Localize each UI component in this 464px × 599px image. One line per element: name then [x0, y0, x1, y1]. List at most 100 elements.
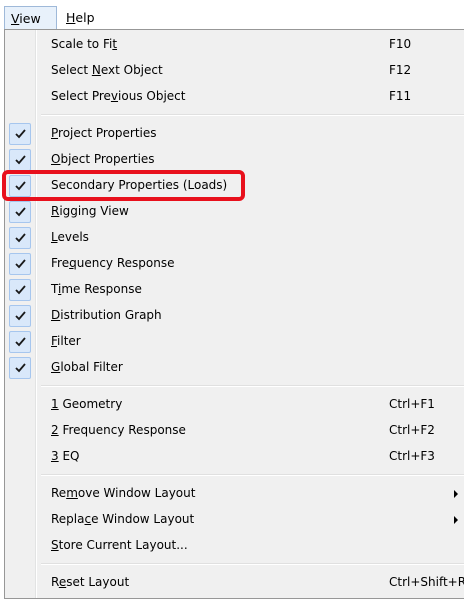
menu-item-label-accel: G	[51, 360, 61, 374]
menu-separator	[41, 114, 464, 116]
highlight-annotation-box	[2, 170, 245, 201]
menu-item-label: Time Response	[51, 282, 142, 296]
menu-item-label-post: ilter	[57, 334, 81, 348]
menubar-view[interactable]: View	[4, 6, 57, 30]
menu-item-label-pre: Fre	[51, 256, 70, 270]
menu-item[interactable]: Global Filter	[5, 355, 464, 381]
menu-item[interactable]: 1 Geometry Ctrl+F1	[5, 392, 464, 418]
menu-item[interactable]: Reset Layout Ctrl+Shift+R	[5, 570, 464, 596]
menu-item-label-post: ext Object	[100, 63, 163, 77]
checkmark-icon	[9, 253, 31, 275]
menu-item-label-pre: T	[51, 282, 58, 296]
menu-item[interactable]: Remove Window Layout	[5, 481, 464, 507]
menu-item-label: Frequency Response	[51, 256, 174, 270]
menu-item-shortcut: Ctrl+F1	[389, 397, 435, 411]
checkmark-icon	[9, 331, 31, 353]
menu-item-label-post: me Response	[61, 282, 142, 296]
menu-item-label-post: e Window Layout	[91, 512, 195, 526]
menu-item-label-post: Frequency Response	[58, 423, 186, 437]
menu-item[interactable]: Time Response	[5, 277, 464, 303]
menu-item-label: Object Properties	[51, 152, 155, 166]
menu-item-label-post: roject Properties	[58, 126, 157, 140]
menu-item-label-accel: 2	[51, 423, 59, 437]
menu-item-label: Select Previous Object	[51, 89, 185, 103]
menu-item[interactable]: Scale to Fit F10	[5, 32, 464, 58]
menu-item-label-pre: Scale to Fi	[51, 37, 113, 51]
checkmark-icon	[9, 305, 31, 327]
menu-item[interactable]: 3 EQ Ctrl+F3	[5, 444, 464, 470]
menubar-help-accel: H	[66, 10, 76, 25]
menubar-help-rest: elp	[75, 10, 95, 25]
menu-item-label-pre: Select	[51, 63, 92, 77]
menu-item-label-post: igging View	[59, 204, 129, 218]
submenu-arrow-icon	[454, 516, 458, 524]
menu-item-label: Remove Window Layout	[51, 486, 195, 500]
menu-item-label: Distribution Graph	[51, 308, 162, 322]
menu-item-label-accel: 1	[51, 397, 59, 411]
menu-item-label-accel: t	[112, 37, 118, 51]
menu-item[interactable]: Replace Window Layout	[5, 507, 464, 533]
menu-item-label: Reset Layout	[51, 575, 129, 589]
menu-item-label: Scale to Fit	[51, 37, 117, 51]
menu-item[interactable]: Store Current Layout...	[5, 533, 464, 559]
menu-item[interactable]: Filter	[5, 329, 464, 355]
menu-item-label-post: evels	[57, 230, 89, 244]
menu-item-label-post: uency Response	[76, 256, 175, 270]
menu-item-label-post: ove Window Layout	[77, 486, 196, 500]
menu-item-label: Store Current Layout...	[51, 538, 188, 552]
menu-item[interactable]: Select Previous Object F11	[5, 84, 464, 110]
menu-separator	[41, 474, 464, 476]
checkmark-icon	[9, 357, 31, 379]
menu-item-label-post: set Layout	[66, 575, 130, 589]
menu-item-label-post: Geometry	[58, 397, 123, 411]
menu-item[interactable]: Select Next Object F12	[5, 58, 464, 84]
menu-item-label-accel: P	[51, 126, 59, 140]
menu-item-label: 2 Frequency Response	[51, 423, 186, 437]
menu-item-label-accel: S	[51, 538, 59, 552]
submenu-arrow-icon	[454, 490, 458, 498]
menu-item-label-post: tore Current Layout...	[58, 538, 188, 552]
menu-item-label: Levels	[51, 230, 89, 244]
checkmark-icon	[9, 149, 31, 171]
menu-item[interactable]: Rigging View	[5, 199, 464, 225]
menu-item-label: Replace Window Layout	[51, 512, 194, 526]
menu-item-label: Global Filter	[51, 360, 123, 374]
menu-item-label-accel: 3	[51, 449, 59, 463]
menu-separator	[41, 385, 464, 387]
menu-item-label: Rigging View	[51, 204, 129, 218]
menu-item-shortcut: F11	[389, 89, 412, 103]
menu-item-shortcut: Ctrl+Shift+R	[389, 575, 464, 589]
menu-item-label: 1 Geometry	[51, 397, 122, 411]
menu-item-label-post: bject Properties	[60, 152, 155, 166]
menu-item[interactable]: Distribution Graph	[5, 303, 464, 329]
menu-item-shortcut: F10	[389, 37, 412, 51]
menu-item-label-post: istribution Graph	[60, 308, 162, 322]
menu-item-label-accel: D	[51, 308, 61, 322]
menu-bar: View Help	[0, 0, 464, 32]
menu-item-label-pre: Re	[51, 486, 67, 500]
checkmark-icon	[9, 279, 31, 301]
view-dropdown-menu: Scale to Fit F10 Select Next Object F12 Sele…	[4, 29, 464, 599]
menu-item-label-accel: v	[110, 89, 119, 103]
menu-item-shortcut: Ctrl+F2	[389, 423, 435, 437]
menu-item[interactable]: Frequency Response	[5, 251, 464, 277]
menu-item-label-pre: R	[51, 575, 59, 589]
checkmark-icon	[9, 227, 31, 249]
checkmark-icon	[9, 201, 31, 223]
menu-item-label: 3 EQ	[51, 449, 79, 463]
menu-item[interactable]: Levels	[5, 225, 464, 251]
menu-separator	[41, 563, 464, 565]
menu-item-label-post: EQ	[58, 449, 80, 463]
menu-item-label-pre: Repla	[51, 512, 85, 526]
menu-item[interactable]: 2 Frequency Response Ctrl+F2	[5, 418, 464, 444]
menu-item[interactable]: Project Properties	[5, 121, 464, 147]
menubar-view-rest: iew	[19, 11, 41, 26]
menu-item-shortcut: Ctrl+F3	[389, 449, 435, 463]
menu-item-label: Project Properties	[51, 126, 157, 140]
menu-item-label-post: lobal Filter	[60, 360, 123, 374]
menubar-help[interactable]: Help	[60, 6, 101, 30]
menu-item-label-pre: Select Pre	[51, 89, 111, 103]
menu-item-label: Filter	[51, 334, 81, 348]
menu-item-label: Select Next Object	[51, 63, 163, 77]
menu-item-shortcut: F12	[389, 63, 412, 77]
